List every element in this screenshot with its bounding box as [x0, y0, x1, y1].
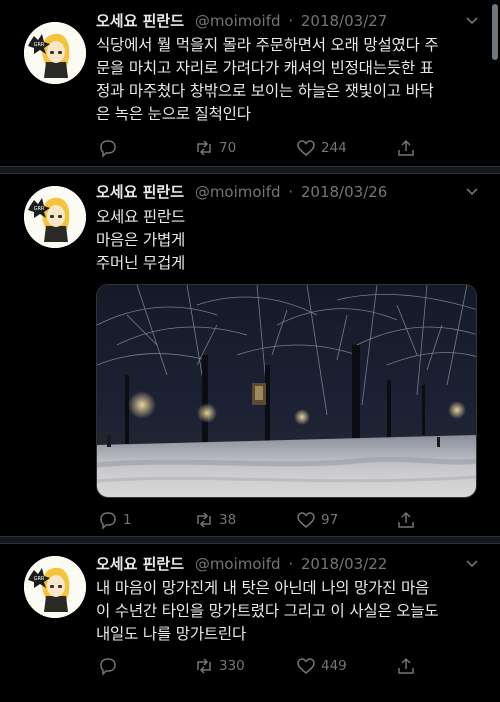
- timeline-feed: GRR 오세요 핀란드 @moimoifd · 2018/03/27 식당에서 …: [0, 0, 500, 702]
- tweet-divider: [0, 536, 500, 544]
- tweet-text-line: 주머닌 무겁게: [96, 254, 186, 272]
- svg-text:GRR: GRR: [34, 42, 45, 48]
- retweet-button[interactable]: 330: [194, 654, 245, 678]
- tweet-text-line: 이 수년간 타인을 망가트렸다 그리고 이 사실은 오늘도: [96, 602, 439, 620]
- tweet[interactable]: GRR 오세요 핀란드 @moimoifd · 2018/03/26 오세요 핀…: [0, 174, 500, 536]
- tweet-actions: 330 449: [96, 654, 426, 678]
- separator: ·: [288, 183, 294, 201]
- timestamp[interactable]: 2018/03/22: [301, 555, 387, 573]
- scrollbar[interactable]: [492, 4, 498, 60]
- tweet-header: 오세요 핀란드 @moimoifd · 2018/03/26: [96, 182, 387, 202]
- avatar[interactable]: GRR: [24, 22, 86, 84]
- tweet-text-line: 문을 마치고 자리로 가려다가 캐셔의 빈정대는듯한 표: [96, 59, 434, 77]
- tweet-text-line: 내 마음이 망가진게 내 탓은 아닌데 나의 망가진 마음: [96, 579, 430, 597]
- heart-icon: [297, 658, 315, 674]
- handle[interactable]: @moimoifd: [195, 555, 281, 573]
- avatar[interactable]: GRR: [24, 556, 86, 618]
- avatar-image: GRR: [24, 186, 86, 248]
- retweet-icon: [197, 512, 211, 528]
- tweet-text-line: 마음은 가볍게: [96, 231, 186, 249]
- tweet[interactable]: GRR 오세요 핀란드 @moimoifd · 2018/03/27 식당에서 …: [0, 0, 500, 168]
- like-button[interactable]: 449: [296, 654, 347, 678]
- handle[interactable]: @moimoifd: [195, 183, 281, 201]
- timestamp[interactable]: 2018/03/26: [301, 183, 387, 201]
- tweet-text: 오세요 핀란드 마음은 가볍게 주머닌 무겁게: [96, 206, 480, 275]
- like-button[interactable]: 97: [296, 508, 338, 532]
- tweet-text-line: 은 녹은 눈으로 질척인다: [96, 105, 251, 123]
- reply-button[interactable]: [98, 136, 123, 160]
- reply-icon: [100, 512, 116, 530]
- reply-button[interactable]: 1: [98, 508, 132, 532]
- display-name[interactable]: 오세요 핀란드: [96, 183, 184, 201]
- tweet[interactable]: GRR 오세요 핀란드 @moimoifd · 2018/03/22 내 마음이…: [0, 544, 500, 702]
- timestamp[interactable]: 2018/03/27: [301, 12, 387, 30]
- avatar-image: GRR: [24, 556, 86, 618]
- reply-icon: [100, 658, 116, 676]
- tweet-actions: 70 244: [96, 136, 426, 160]
- retweet-icon: [197, 140, 211, 156]
- tweet-text: 내 마음이 망가진게 내 탓은 아닌데 나의 망가진 마음 이 수년간 타인을 …: [96, 577, 480, 646]
- tweet-photo[interactable]: [96, 284, 477, 498]
- retweet-count: 330: [219, 658, 245, 674]
- separator: ·: [288, 12, 294, 30]
- reply-icon: [100, 140, 116, 158]
- share-button[interactable]: [396, 508, 416, 532]
- reply-button[interactable]: [98, 654, 123, 678]
- display-name[interactable]: 오세요 핀란드: [96, 555, 184, 573]
- like-count: 449: [321, 658, 347, 674]
- retweet-button[interactable]: 38: [194, 508, 236, 532]
- chevron-down-icon[interactable]: [466, 560, 478, 568]
- like-button[interactable]: 244: [296, 136, 347, 160]
- like-count: 97: [321, 512, 339, 528]
- heart-icon: [297, 512, 315, 528]
- svg-text:GRR: GRR: [34, 206, 45, 212]
- tweet-actions: 1 38 97: [96, 508, 426, 532]
- tweet-text-line: 식당에서 뭘 먹을지 몰라 주문하면서 오래 망설였다 주: [96, 36, 439, 54]
- tweet-text-line: 내일도 나를 망가트린다: [96, 625, 247, 643]
- tweet-text-line: 오세요 핀란드: [96, 208, 186, 226]
- svg-text:GRR: GRR: [34, 576, 45, 582]
- tweet-text-line: 정과 마주쳤다 창밖으로 보이는 하늘은 잿빛이고 바닥: [96, 82, 434, 100]
- share-icon: [398, 139, 414, 156]
- chevron-down-icon[interactable]: [466, 17, 478, 25]
- heart-icon: [297, 140, 315, 156]
- tweet-header: 오세요 핀란드 @moimoifd · 2018/03/27: [96, 11, 387, 31]
- avatar[interactable]: GRR: [24, 186, 86, 248]
- tweet-header: 오세요 핀란드 @moimoifd · 2018/03/22: [96, 554, 387, 574]
- handle[interactable]: @moimoifd: [195, 12, 281, 30]
- share-button[interactable]: [396, 654, 416, 678]
- share-icon: [398, 657, 414, 674]
- retweet-count: 38: [219, 512, 237, 528]
- retweet-count: 70: [219, 140, 237, 156]
- retweet-icon: [197, 658, 211, 674]
- share-button[interactable]: [396, 136, 416, 160]
- display-name[interactable]: 오세요 핀란드: [96, 12, 184, 30]
- separator: ·: [288, 555, 294, 573]
- share-icon: [398, 511, 414, 528]
- tweet-divider: [0, 166, 500, 174]
- tweet-text: 식당에서 뭘 먹을지 몰라 주문하면서 오래 망설였다 주 문을 마치고 자리로…: [96, 34, 480, 126]
- like-count: 244: [321, 140, 347, 156]
- retweet-button[interactable]: 70: [194, 136, 236, 160]
- avatar-image: GRR: [24, 22, 86, 84]
- snowy-park-photo: [97, 285, 476, 497]
- reply-count: 1: [123, 512, 132, 528]
- chevron-down-icon[interactable]: [466, 188, 478, 196]
